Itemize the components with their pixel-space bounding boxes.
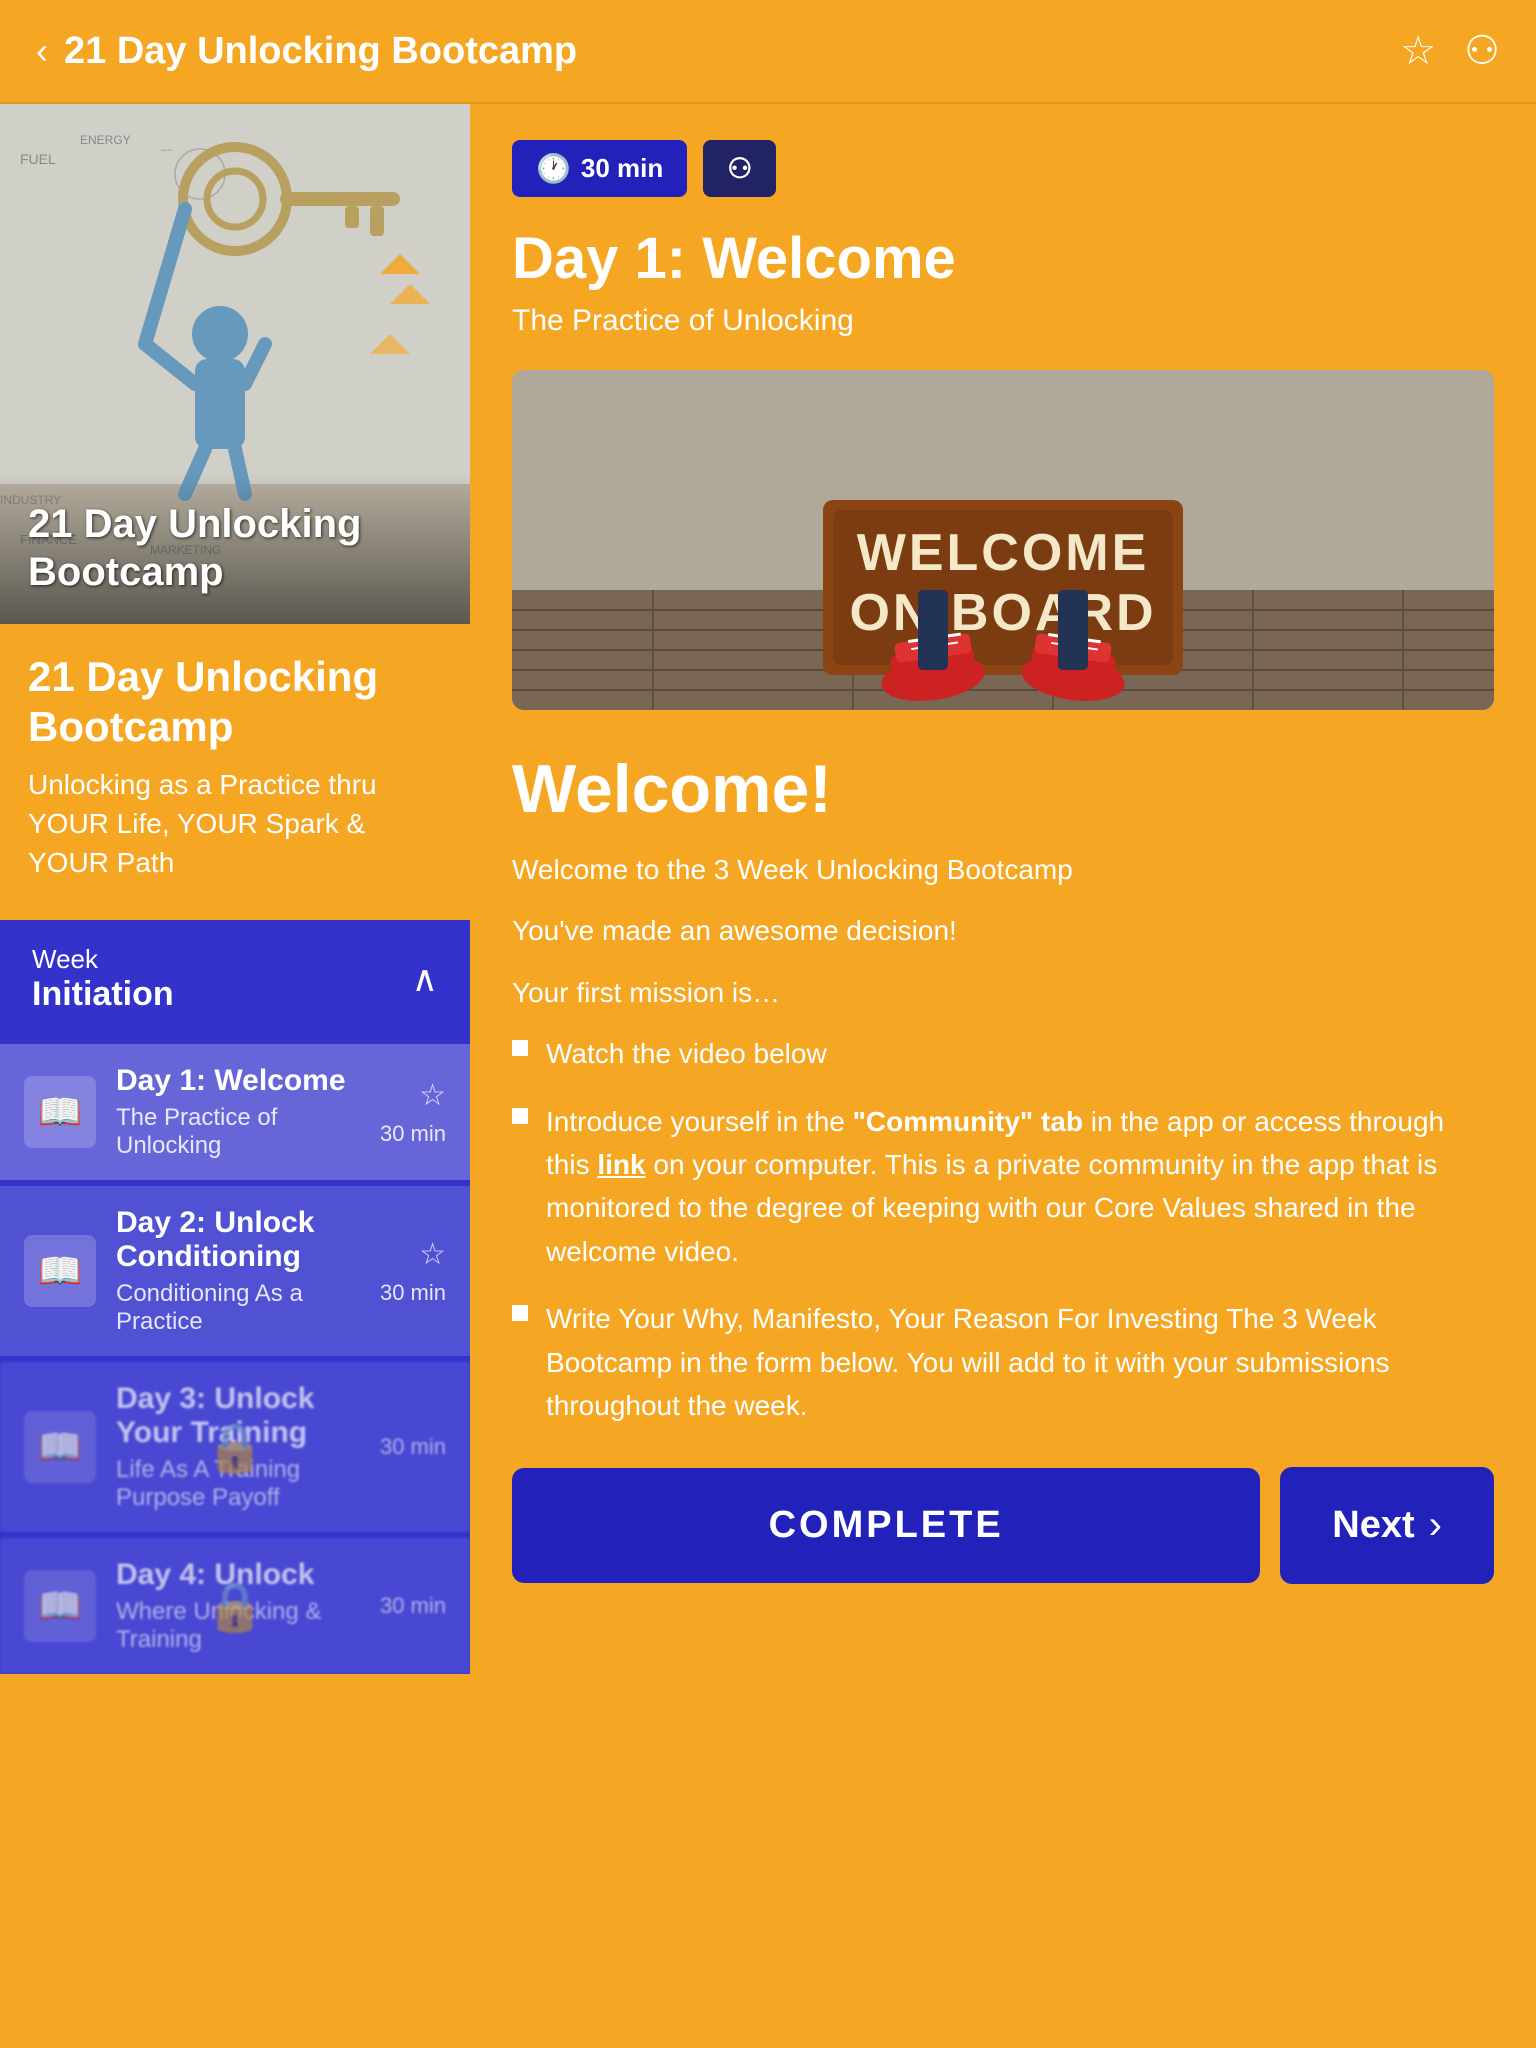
week-header[interactable]: Week Initiation ∧ xyxy=(0,920,470,1038)
day-icon-box-2: 📖 xyxy=(24,1235,96,1307)
day-2-duration: 30 min xyxy=(380,1280,446,1306)
day-main-title: Day 1: Welcome xyxy=(512,225,1494,292)
course-image-overlay: 21 Day Unlocking Bootcamp xyxy=(0,472,470,624)
course-info: 21 Day Unlocking Bootcamp Unlocking as a… xyxy=(0,624,470,896)
bookmark-icon[interactable]: ☆ xyxy=(1400,28,1436,74)
day-info-2: Day 2: Unlock Conditioning Conditioning … xyxy=(116,1206,360,1336)
lock-icon-4: 🔒 xyxy=(205,1578,265,1635)
star-icon-2[interactable]: ☆ xyxy=(419,1237,446,1272)
course-image: FUEL ENERGY ~~ FINANCE INDUSTRY MARKETIN… xyxy=(0,104,470,624)
welcome-text-0: Welcome to the 3 Week Unlocking Bootcamp xyxy=(512,848,1494,891)
day-main-subtitle: The Practice of Unlocking xyxy=(512,304,1494,338)
week-label: Week xyxy=(32,944,174,975)
week-chevron-icon: ∧ xyxy=(412,958,438,1000)
community-tab-bold: "Community" tab xyxy=(853,1106,1083,1137)
svg-text:FUEL: FUEL xyxy=(20,151,56,167)
day-meta-1: ☆ 30 min xyxy=(380,1078,446,1147)
header-title: 21 Day Unlocking Bootcamp xyxy=(64,30,577,73)
back-button[interactable]: ‹ xyxy=(36,30,48,72)
header-right: ☆ ⚇ xyxy=(1400,28,1500,74)
day-meta-2: ☆ 30 min xyxy=(380,1237,446,1306)
meta-badges: 🕐 30 min ⚇ xyxy=(512,140,1494,197)
lock-overlay-3: 🔒 xyxy=(0,1362,470,1532)
svg-text:~~: ~~ xyxy=(160,145,173,157)
day-item-4: 📖 Day 4: Unlock Where Unlocking & Traini… xyxy=(0,1538,470,1674)
week-section: Week Initiation ∧ 📖 Day 1: Welcome The P… xyxy=(0,920,470,1674)
lock-icon-3: 🔒 xyxy=(205,1419,265,1476)
bullet-text-1: Watch the video below xyxy=(546,1032,827,1075)
left-panel: FUEL ENERGY ~~ FINANCE INDUSTRY MARKETIN… xyxy=(0,104,470,1680)
next-label: Next xyxy=(1332,1504,1414,1547)
day-item-1[interactable]: 📖 Day 1: Welcome The Practice of Unlocki… xyxy=(0,1044,470,1180)
right-panel: 🕐 30 min ⚇ Day 1: Welcome The Practice o… xyxy=(470,104,1536,1680)
week-info: Week Initiation xyxy=(32,944,174,1014)
bullet-square-2 xyxy=(512,1108,528,1124)
bullet-text-2: Introduce yourself in the "Community" ta… xyxy=(546,1100,1494,1274)
next-chevron-icon: › xyxy=(1429,1503,1442,1548)
link-icon: ⚇ xyxy=(727,152,752,185)
svg-text:WELCOME: WELCOME xyxy=(857,524,1150,582)
duration-label: 30 min xyxy=(581,153,663,184)
welcome-text-2: Your first mission is… xyxy=(512,971,1494,1014)
community-link[interactable]: link xyxy=(597,1149,645,1180)
app-header: ‹ 21 Day Unlocking Bootcamp ☆ ⚇ xyxy=(0,0,1536,104)
share-icon[interactable]: ⚇ xyxy=(1464,28,1500,74)
action-bar: COMPLETE Next › xyxy=(512,1467,1494,1584)
bullet-square-1 xyxy=(512,1040,528,1056)
svg-text:ENERGY: ENERGY xyxy=(80,133,131,147)
bullet-text-3: Write Your Why, Manifesto, Your Reason F… xyxy=(546,1297,1494,1427)
main-layout: FUEL ENERGY ~~ FINANCE INDUSTRY MARKETIN… xyxy=(0,104,1536,1680)
bullet-list: Watch the video below Introduce yourself… xyxy=(512,1032,1494,1427)
next-button[interactable]: Next › xyxy=(1280,1467,1494,1584)
link-badge[interactable]: ⚇ xyxy=(703,140,776,197)
duration-badge: 🕐 30 min xyxy=(512,140,687,197)
bullet-item-3: Write Your Why, Manifesto, Your Reason F… xyxy=(512,1297,1494,1427)
day-item-3: 📖 Day 3: Unlock Your Training Life As A … xyxy=(0,1362,470,1532)
welcome-heading: Welcome! xyxy=(512,750,1494,828)
book-icon-2: 📖 xyxy=(38,1250,83,1292)
welcome-image: WELCOME ON BOARD xyxy=(512,370,1494,710)
welcome-text-1: You've made an awesome decision! xyxy=(512,909,1494,952)
bullet-item-1: Watch the video below xyxy=(512,1032,1494,1075)
day-icon-box-1: 📖 xyxy=(24,1076,96,1148)
book-icon-1: 📖 xyxy=(38,1091,83,1133)
week-name: Initiation xyxy=(32,975,174,1014)
bullet-item-2: Introduce yourself in the "Community" ta… xyxy=(512,1100,1494,1274)
day-1-subtitle: The Practice of Unlocking xyxy=(116,1104,360,1160)
svg-text:ON BOARD: ON BOARD xyxy=(849,584,1156,642)
bullet-square-3 xyxy=(512,1305,528,1321)
day-1-duration: 30 min xyxy=(380,1121,446,1147)
day-item-2[interactable]: 📖 Day 2: Unlock Conditioning Conditionin… xyxy=(0,1186,470,1356)
star-icon-1[interactable]: ☆ xyxy=(419,1078,446,1113)
complete-button[interactable]: COMPLETE xyxy=(512,1468,1260,1583)
course-image-title: 21 Day Unlocking Bootcamp xyxy=(28,500,442,596)
day-2-title: Day 2: Unlock Conditioning xyxy=(116,1206,360,1274)
day-2-subtitle: Conditioning As a Practice xyxy=(116,1280,360,1336)
day-1-title: Day 1: Welcome xyxy=(116,1064,360,1098)
header-left: ‹ 21 Day Unlocking Bootcamp xyxy=(36,30,577,73)
course-name: 21 Day Unlocking Bootcamp xyxy=(28,652,442,753)
clock-icon: 🕐 xyxy=(536,152,571,185)
lock-overlay-4: 🔒 xyxy=(0,1538,470,1674)
course-subtitle: Unlocking as a Practice thru YOUR Life, … xyxy=(28,765,442,883)
day-info-1: Day 1: Welcome The Practice of Unlocking xyxy=(116,1064,360,1160)
